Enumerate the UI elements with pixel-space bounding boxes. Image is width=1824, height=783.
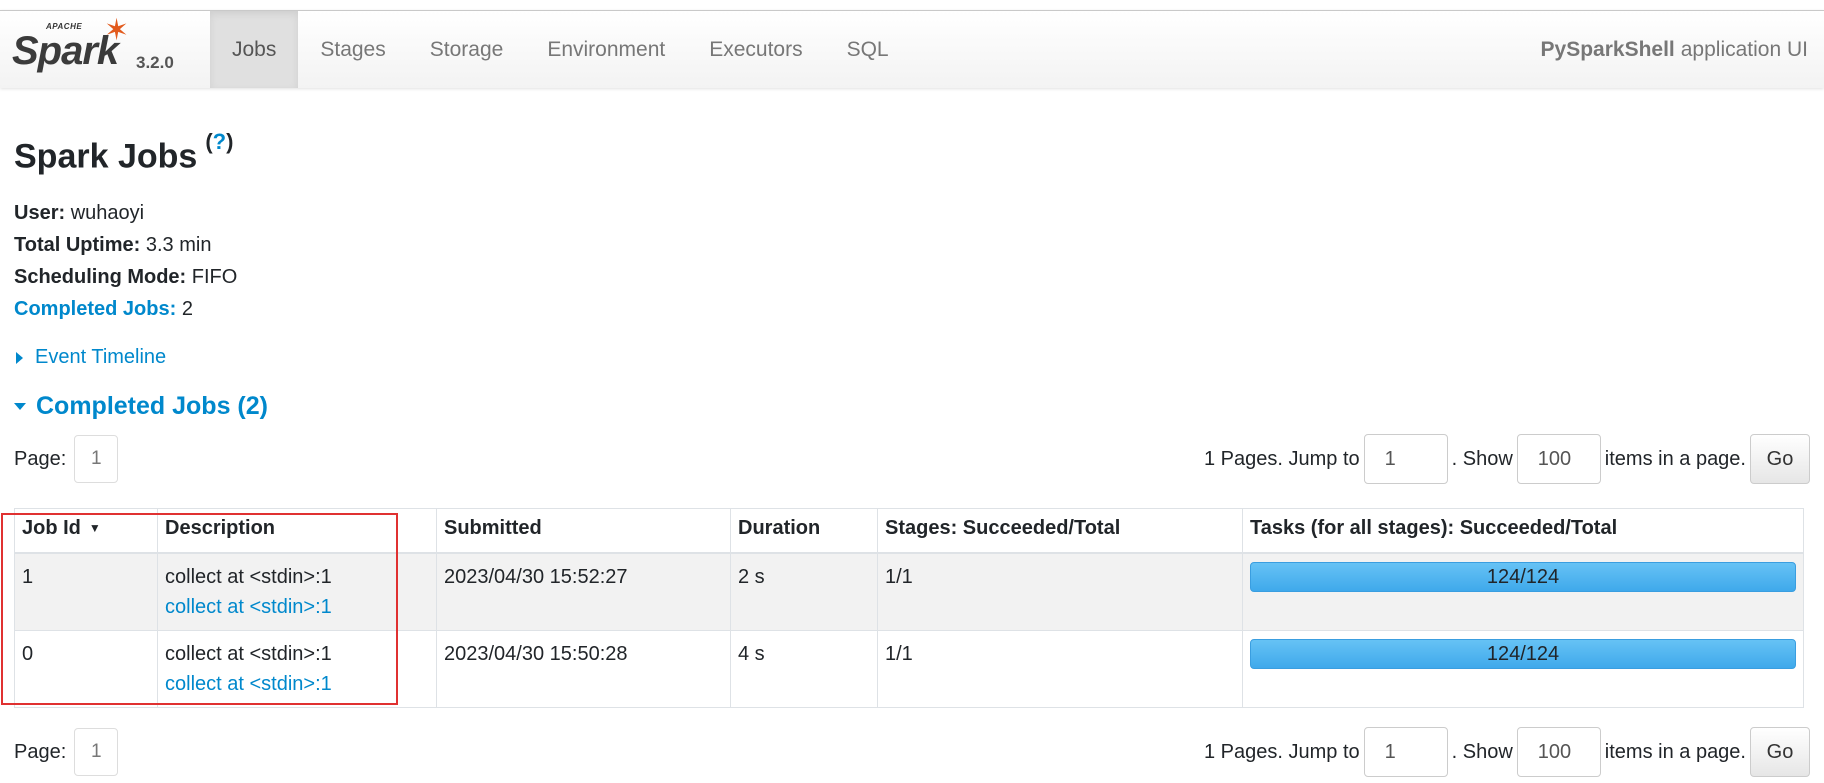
- table-row: 1 collect at <stdin>:1 collect at <stdin…: [14, 552, 1804, 631]
- stages-cell: 1/1: [877, 552, 1243, 631]
- expand-arrow-icon: [16, 351, 23, 364]
- page-size-input[interactable]: [1516, 727, 1601, 777]
- collapse-arrow-icon: [14, 403, 26, 410]
- spark-star-icon: ✶: [104, 14, 130, 47]
- tab-stages[interactable]: Stages: [298, 11, 407, 88]
- tasks-cell: 124/124: [1242, 552, 1804, 631]
- tasks-progress-bar: 124/124: [1250, 638, 1796, 669]
- col-description[interactable]: Description: [157, 508, 437, 554]
- description-cell: collect at <stdin>:1 collect at <stdin>:…: [157, 629, 437, 708]
- page-label: Page:: [14, 740, 67, 763]
- help-link[interactable]: ?: [213, 129, 226, 154]
- event-timeline-toggle[interactable]: Event Timeline: [16, 346, 166, 369]
- tab-sql[interactable]: SQL: [825, 11, 911, 88]
- jump-to-page-input[interactable]: [1363, 434, 1448, 484]
- spark-logo[interactable]: APACHE Spark ✶ 3.2.0: [12, 11, 210, 89]
- items-label: items in a page.: [1604, 740, 1746, 763]
- tab-environment[interactable]: Environment: [525, 11, 687, 88]
- page-number-button[interactable]: 1: [74, 728, 119, 776]
- job-description-link[interactable]: collect at <stdin>:1: [165, 669, 429, 699]
- stages-cell: 1/1: [877, 629, 1243, 708]
- sort-desc-icon: ▼: [88, 521, 101, 535]
- page-label: Page:: [14, 447, 67, 470]
- job-description-link[interactable]: collect at <stdin>:1: [165, 592, 429, 622]
- table-row: 0 collect at <stdin>:1 collect at <stdin…: [14, 629, 1804, 708]
- logo-spark-text: Spark: [12, 29, 119, 73]
- show-label: . Show: [1451, 447, 1513, 470]
- pagination-bottom: Page: 1 1 Pages. Jump to . Show items in…: [14, 727, 1810, 777]
- app-suffix: application UI: [1680, 38, 1808, 61]
- completed-jobs-table: Job Id ▼ Description Submitted Duration S…: [14, 508, 1804, 708]
- app-title: PySparkShell application UI: [1541, 11, 1808, 89]
- col-submitted[interactable]: Submitted: [436, 508, 731, 554]
- tab-jobs[interactable]: Jobs: [210, 11, 299, 88]
- summary-user: User: wuhaoyi: [14, 202, 145, 224]
- pagination-top: Page: 1 1 Pages. Jump to . Show items in…: [14, 434, 1810, 484]
- job-summary: User: wuhaoyi Total Uptime: 3.3 min Sche…: [14, 197, 237, 325]
- go-button[interactable]: Go: [1750, 727, 1810, 777]
- top-navbar: APACHE Spark ✶ 3.2.0 Jobs Stages Storage…: [0, 10, 1824, 88]
- col-duration[interactable]: Duration: [730, 508, 878, 554]
- summary-completed-jobs[interactable]: Completed Jobs: 2: [14, 293, 237, 325]
- summary-uptime: Total Uptime: 3.3 min: [14, 234, 212, 256]
- tasks-cell: 124/124: [1242, 629, 1804, 708]
- duration-cell: 4 s: [730, 629, 878, 708]
- duration-cell: 2 s: [730, 552, 878, 631]
- summary-scheduling-mode: Scheduling Mode: FIFO: [14, 266, 238, 288]
- page-number-button[interactable]: 1: [74, 435, 119, 483]
- app-name: PySparkShell: [1540, 38, 1675, 61]
- tab-executors[interactable]: Executors: [687, 11, 824, 88]
- page-title: Spark Jobs (?): [14, 129, 234, 176]
- jump-to-page-input[interactable]: [1363, 727, 1448, 777]
- submitted-cell: 2023/04/30 15:52:27: [436, 552, 731, 631]
- completed-jobs-toggle[interactable]: Completed Jobs (2): [14, 392, 268, 421]
- col-job-id[interactable]: Job Id ▼: [14, 508, 158, 554]
- table-header-row: Job Id ▼ Description Submitted Duration S…: [14, 508, 1804, 554]
- go-button[interactable]: Go: [1750, 434, 1810, 484]
- col-stages[interactable]: Stages: Succeeded/Total: [877, 508, 1243, 554]
- job-id-cell: 1: [14, 552, 158, 631]
- spark-version: 3.2.0: [136, 53, 174, 72]
- tab-storage[interactable]: Storage: [408, 11, 526, 88]
- nav-tabs: Jobs Stages Storage Environment Executor…: [210, 11, 911, 88]
- page-size-input[interactable]: [1516, 434, 1601, 484]
- job-id-cell: 0: [14, 629, 158, 708]
- pages-jump-label: 1 Pages. Jump to: [1203, 740, 1360, 763]
- submitted-cell: 2023/04/30 15:50:28: [436, 629, 731, 708]
- description-cell: collect at <stdin>:1 collect at <stdin>:…: [157, 552, 437, 631]
- pages-jump-label: 1 Pages. Jump to: [1203, 447, 1360, 470]
- show-label: . Show: [1451, 740, 1513, 763]
- col-tasks[interactable]: Tasks (for all stages): Succeeded/Total: [1242, 508, 1804, 554]
- items-label: items in a page.: [1604, 447, 1746, 470]
- tasks-progress-bar: 124/124: [1250, 561, 1796, 592]
